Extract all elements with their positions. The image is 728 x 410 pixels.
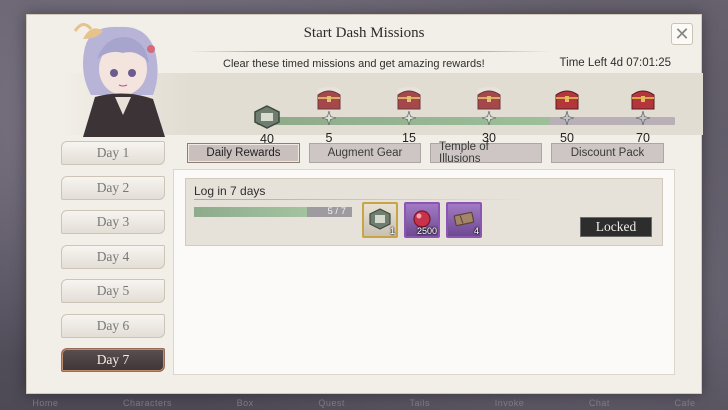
chest-icon bbox=[397, 87, 421, 110]
time-left: Time Left 4d 07:01:25 bbox=[559, 57, 671, 69]
nav-box: Box bbox=[236, 398, 254, 408]
mission-tabs: Daily Rewards Augment Gear Temple of Ill… bbox=[187, 141, 664, 165]
close-icon: ✕ bbox=[674, 24, 690, 44]
tab-augment-gear[interactable]: Augment Gear bbox=[309, 143, 421, 163]
nav-invoke: Invoke bbox=[494, 398, 525, 408]
milestone-marker-icon bbox=[636, 111, 650, 125]
milestone-30[interactable]: 30 bbox=[469, 85, 509, 145]
day-1-button[interactable]: Day 1 bbox=[61, 141, 165, 165]
nav-chat: Chat bbox=[588, 398, 610, 408]
day-3-button[interactable]: Day 3 bbox=[61, 210, 165, 234]
chest-icon bbox=[317, 87, 341, 110]
day-list: Day 1 Day 2 Day 3 Day 4 Day 5 Day 6 Day … bbox=[61, 141, 165, 383]
day-2-button[interactable]: Day 2 bbox=[61, 175, 165, 200]
bottom-navigation: Home Characters Box Quest Tails Invoke C… bbox=[0, 396, 728, 410]
day-4-button[interactable]: Day 4 bbox=[61, 244, 165, 269]
reward-quantity: 2500 bbox=[416, 226, 437, 236]
milestone-marker-icon bbox=[322, 111, 336, 125]
chest-icon bbox=[477, 87, 501, 110]
milestone-5[interactable]: 5 bbox=[309, 85, 349, 145]
mission-progress-bar: 5 / 7 bbox=[194, 206, 352, 217]
mission-progress-fill bbox=[194, 207, 307, 217]
panel-title: Start Dash Missions bbox=[303, 25, 425, 41]
panel-subtitle: Clear these timed missions and get amazi… bbox=[223, 58, 485, 70]
milestone-50[interactable]: 50 bbox=[547, 85, 587, 145]
ticket-icon bbox=[453, 211, 475, 227]
chest-icon bbox=[631, 90, 655, 110]
locked-status-button: Locked bbox=[580, 217, 652, 237]
reward-gear-box[interactable]: 1 bbox=[362, 202, 398, 238]
reward-ticket[interactable]: 4 bbox=[446, 202, 482, 238]
milestone-70[interactable]: 70 bbox=[623, 85, 663, 145]
chest-icon bbox=[555, 90, 579, 110]
tab-daily-rewards[interactable]: Daily Rewards bbox=[187, 143, 300, 163]
nav-quest: Quest bbox=[318, 398, 345, 408]
mission-progress-text: 5 / 7 bbox=[327, 206, 347, 217]
mission-points-icon bbox=[254, 105, 280, 129]
tab-temple-of-illusions[interactable]: Temple of Illusions bbox=[430, 141, 542, 165]
tab-discount-pack[interactable]: Discount Pack bbox=[551, 143, 664, 163]
title-divider bbox=[187, 51, 551, 52]
nav-characters: Characters bbox=[123, 398, 173, 408]
nav-tails: Tails bbox=[409, 398, 431, 408]
reward-orb-currency[interactable]: 2500 bbox=[404, 202, 440, 238]
milestone-15[interactable]: 15 bbox=[389, 85, 429, 145]
day-6-button[interactable]: Day 6 bbox=[61, 313, 165, 338]
day-7-button[interactable]: Day 7 bbox=[61, 348, 165, 372]
gear-box-icon bbox=[369, 208, 391, 230]
mission-list: Log in 7 days 5 / 7 1 2500 4 Locked bbox=[173, 169, 675, 375]
day-5-button[interactable]: Day 5 bbox=[61, 279, 165, 303]
mission-title: Log in 7 days bbox=[194, 184, 266, 198]
mission-divider bbox=[194, 199, 530, 200]
milestone-marker-icon bbox=[482, 111, 496, 125]
mission-row: Log in 7 days 5 / 7 1 2500 4 Locked bbox=[185, 178, 663, 246]
milestone-marker-icon bbox=[560, 111, 574, 125]
reward-quantity: 4 bbox=[473, 226, 479, 236]
reward-quantity: 1 bbox=[389, 226, 395, 236]
nav-home: Home bbox=[32, 398, 59, 408]
milestone-marker-icon bbox=[402, 111, 416, 125]
close-button[interactable]: ✕ bbox=[671, 23, 693, 45]
nav-cafe: Cafe bbox=[674, 398, 696, 408]
start-dash-missions-panel: Start Dash Missions ✕ Clear these timed … bbox=[26, 14, 703, 394]
